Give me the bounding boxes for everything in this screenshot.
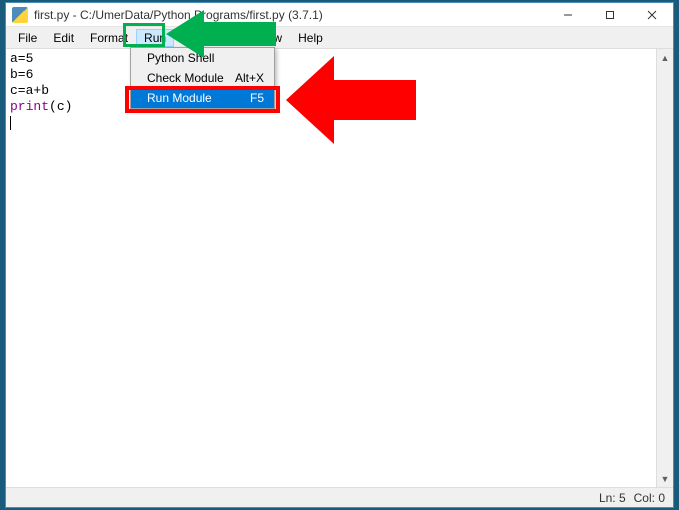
code-line-1: a=5 bbox=[10, 51, 33, 66]
menu-item-run-module[interactable]: Run Module F5 bbox=[131, 88, 274, 108]
code-line-2: b=6 bbox=[10, 67, 33, 82]
menu-item-shortcut: Alt+X bbox=[235, 71, 264, 85]
scroll-up-icon[interactable]: ▲ bbox=[657, 49, 673, 66]
close-button[interactable] bbox=[631, 3, 673, 27]
menu-item-label: Run Module bbox=[147, 91, 212, 105]
menubar: File Edit Format Run Options Window Help bbox=[6, 27, 673, 49]
menu-edit[interactable]: Edit bbox=[45, 29, 82, 47]
run-dropdown-menu: Python Shell Check Module Alt+X Run Modu… bbox=[130, 47, 275, 109]
window-title: first.py - C:/UmerData/Python Programs/f… bbox=[34, 8, 547, 22]
scroll-down-icon[interactable]: ▼ bbox=[657, 470, 673, 487]
status-line: Ln: 5 bbox=[599, 491, 626, 505]
menu-file[interactable]: File bbox=[10, 29, 45, 47]
menu-run[interactable]: Run bbox=[136, 29, 174, 47]
menu-options[interactable]: Options bbox=[174, 29, 231, 47]
code-line-3: c=a+b bbox=[10, 83, 49, 98]
status-col: Col: 0 bbox=[634, 491, 665, 505]
code-keyword-print: print bbox=[10, 99, 49, 114]
titlebar: first.py - C:/UmerData/Python Programs/f… bbox=[6, 3, 673, 27]
menu-window[interactable]: Window bbox=[231, 29, 290, 47]
menu-help[interactable]: Help bbox=[290, 29, 331, 47]
code-line-4-rest: (c) bbox=[49, 99, 72, 114]
menu-item-label: Check Module bbox=[147, 71, 224, 85]
menu-item-label: Python Shell bbox=[147, 51, 214, 65]
editor-area: a=5 b=6 c=a+b print(c) ▲ ▼ bbox=[6, 49, 673, 487]
text-cursor bbox=[10, 116, 11, 130]
menu-format[interactable]: Format bbox=[82, 29, 136, 47]
menu-item-python-shell[interactable]: Python Shell bbox=[131, 48, 274, 68]
menu-item-shortcut: F5 bbox=[250, 91, 264, 105]
maximize-button[interactable] bbox=[589, 3, 631, 27]
window-controls bbox=[547, 3, 673, 27]
menu-item-check-module[interactable]: Check Module Alt+X bbox=[131, 68, 274, 88]
vertical-scrollbar[interactable]: ▲ ▼ bbox=[656, 49, 673, 487]
idle-window: first.py - C:/UmerData/Python Programs/f… bbox=[5, 2, 674, 508]
python-icon bbox=[12, 7, 28, 23]
statusbar: Ln: 5 Col: 0 bbox=[6, 487, 673, 507]
code-editor[interactable]: a=5 b=6 c=a+b print(c) bbox=[6, 49, 656, 487]
minimize-button[interactable] bbox=[547, 3, 589, 27]
